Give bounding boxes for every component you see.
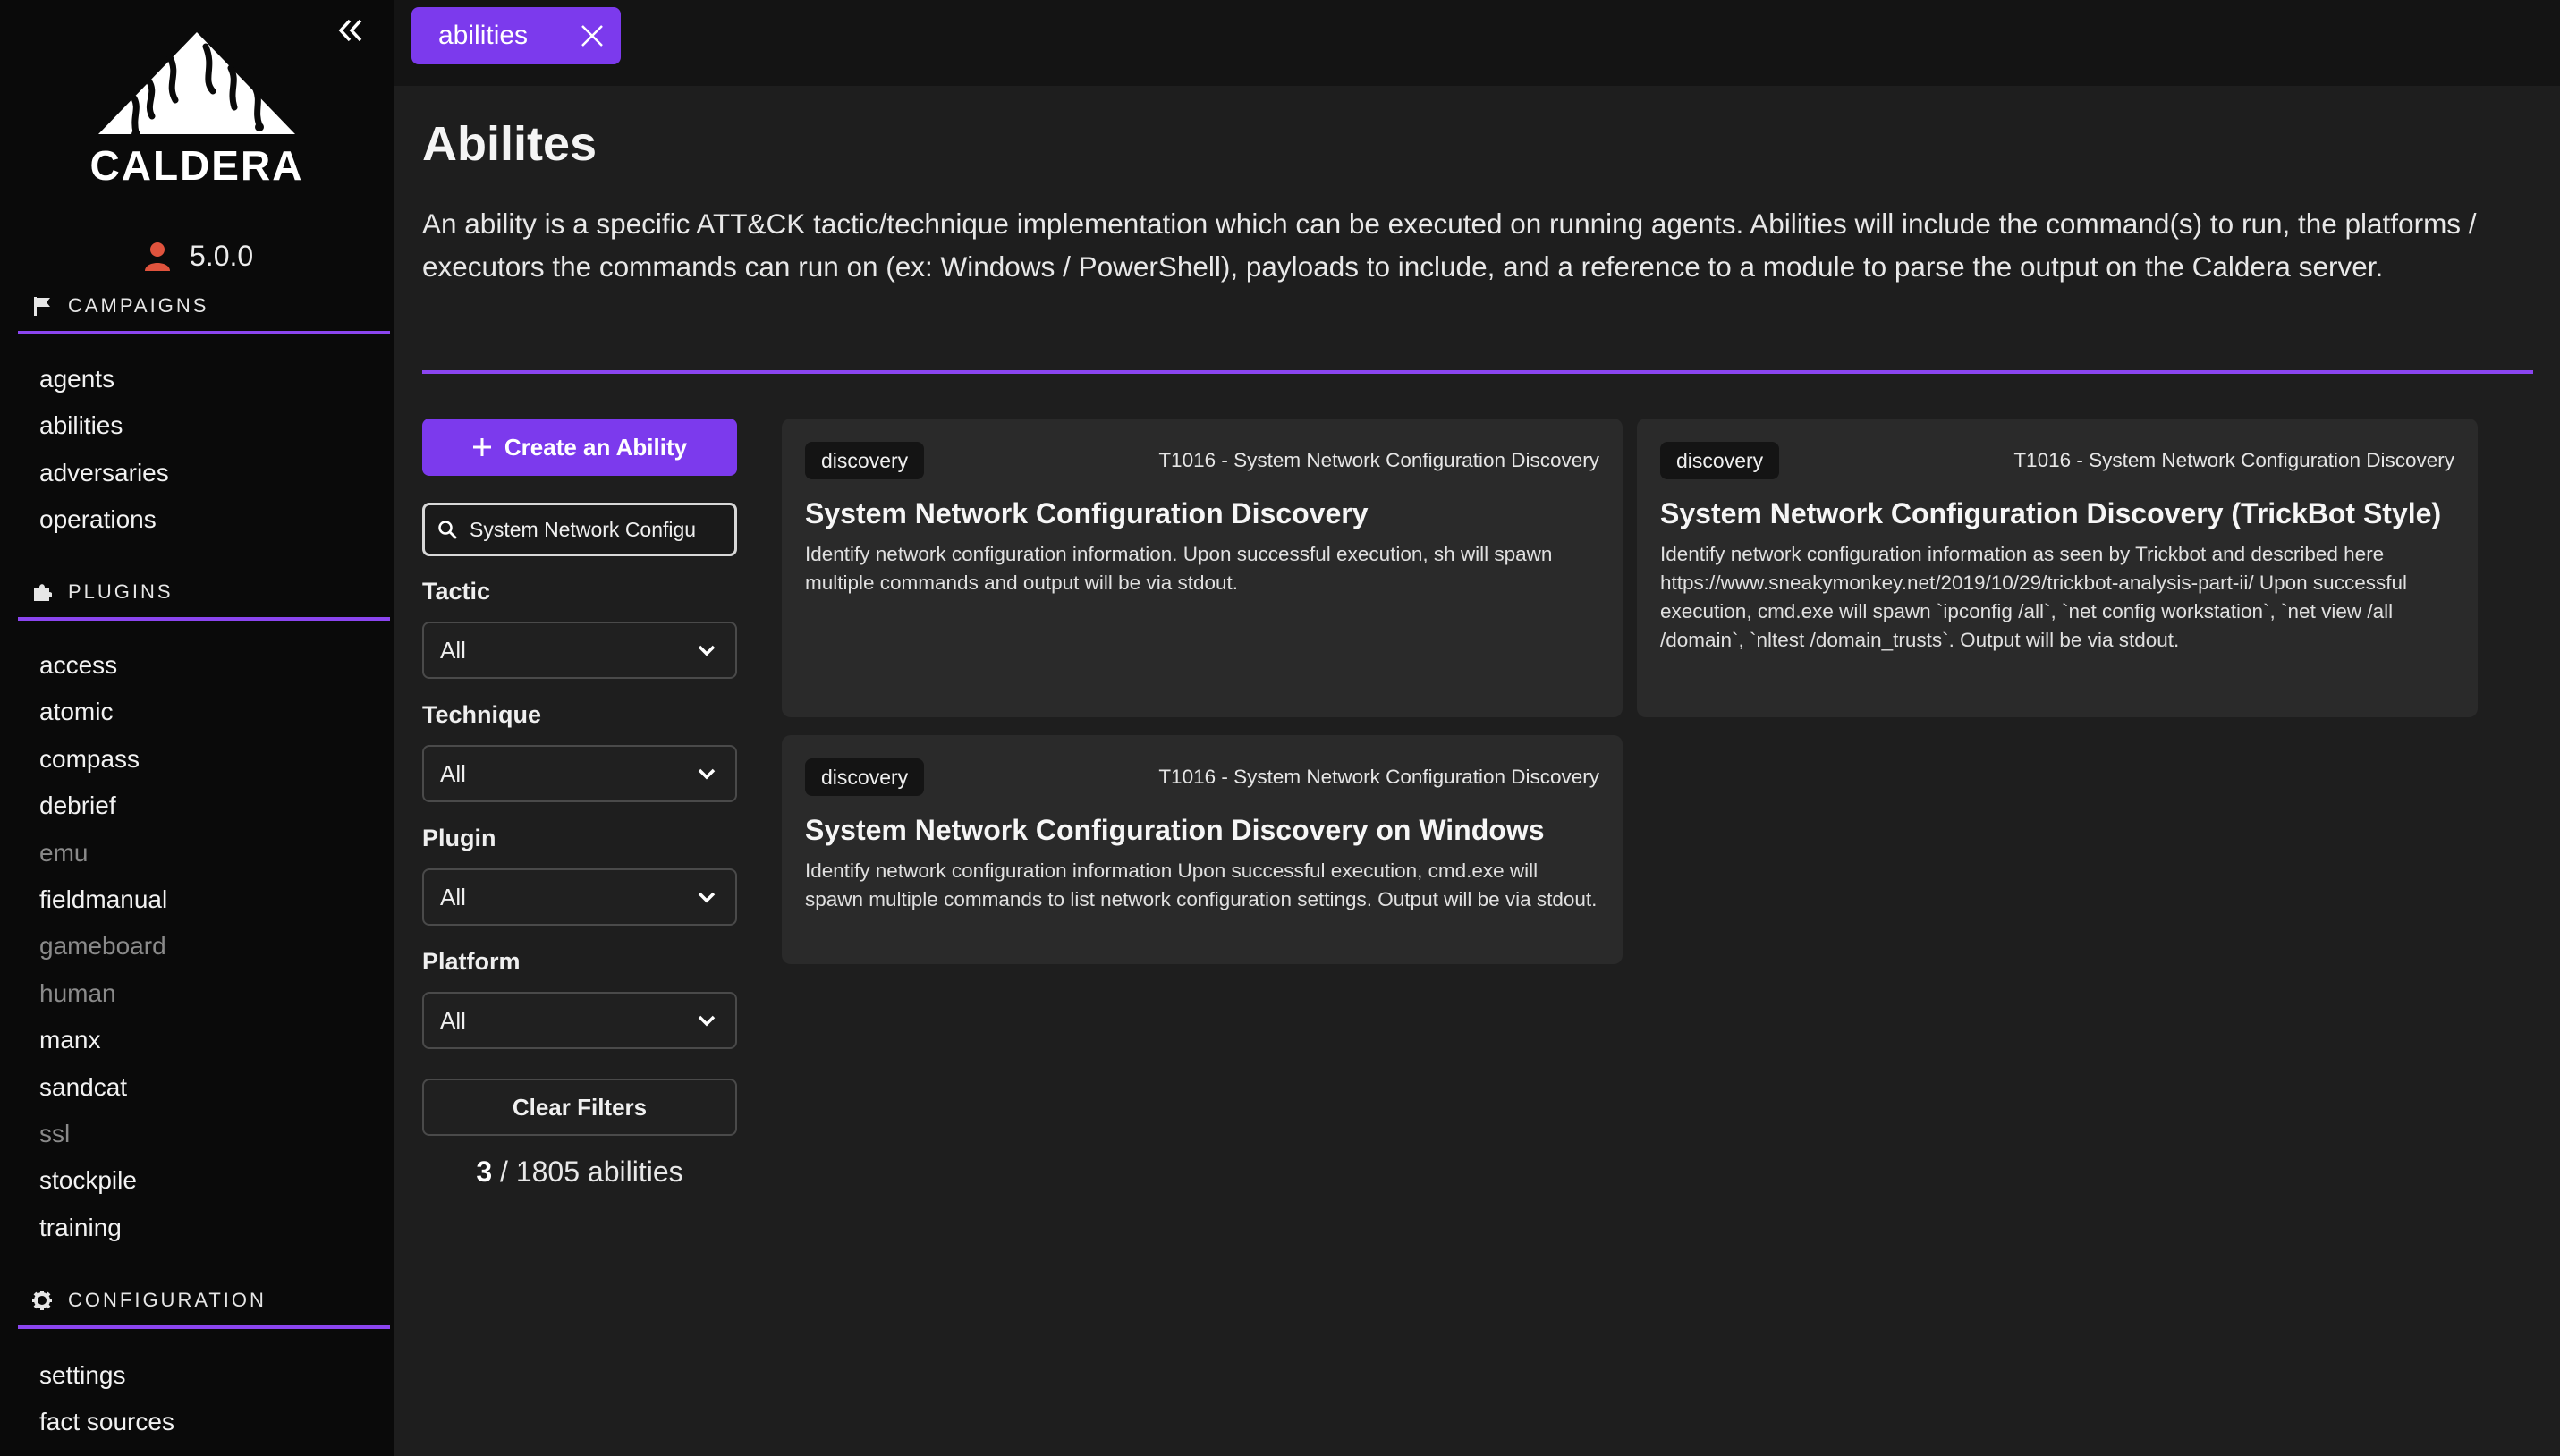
- user-icon: [145, 242, 170, 271]
- tab-abilities[interactable]: abilities: [411, 7, 621, 64]
- header-divider: [422, 370, 2533, 374]
- gear-icon: [32, 1291, 52, 1310]
- sidebar-item-emu[interactable]: emu: [39, 830, 167, 876]
- sidebar-item-atomic[interactable]: atomic: [39, 689, 167, 735]
- sidebar-item-fieldmanual[interactable]: fieldmanual: [39, 876, 167, 923]
- sidebar: CALDERA 5.0.0 CAMPAIGNS agents abilities…: [0, 0, 394, 1456]
- tactic-badge: discovery: [1660, 442, 1780, 479]
- plugin-label: Plugin: [422, 825, 496, 851]
- plugin-select-value: All: [440, 883, 466, 910]
- tactic-select[interactable]: All: [422, 622, 737, 679]
- search-input[interactable]: [470, 517, 720, 542]
- tactic-badge: discovery: [805, 758, 925, 796]
- flag-icon: [34, 297, 50, 316]
- tab-label: abilities: [438, 21, 529, 50]
- platform-select[interactable]: All: [422, 992, 737, 1049]
- count-shown: 3: [476, 1155, 493, 1188]
- mountain-logo-icon: [98, 32, 295, 139]
- page-description: An ability is a specific ATT&CK tactic/t…: [422, 207, 2477, 283]
- section-campaigns: CAMPAIGNS: [18, 288, 390, 334]
- section-configuration: CONFIGURATION: [18, 1282, 390, 1329]
- section-label: PLUGINS: [68, 580, 174, 603]
- sidebar-item-settings[interactable]: settings: [39, 1352, 174, 1399]
- sidebar-item-access[interactable]: access: [39, 642, 167, 689]
- tactic-select-value: All: [440, 636, 466, 664]
- ability-card[interactable]: discovery T1016 - System Network Configu…: [1637, 419, 2478, 717]
- search-icon: [438, 521, 457, 539]
- close-icon[interactable]: [580, 23, 605, 48]
- create-ability-label: Create an Ability: [504, 433, 688, 461]
- sidebar-item-training[interactable]: training: [39, 1205, 167, 1251]
- campaigns-nav: agents abilities adversaries operations: [39, 356, 169, 544]
- tab-bar: abilities: [394, 0, 2560, 86]
- ability-description: Identify network configuration informati…: [805, 859, 1598, 910]
- technique-select[interactable]: All: [422, 745, 737, 802]
- ability-name: System Network Configuration Discovery o…: [805, 814, 1545, 846]
- sidebar-item-gameboard[interactable]: gameboard: [39, 923, 167, 969]
- caldera-logo[interactable]: CALDERA: [81, 27, 313, 189]
- count-total: / 1805 abilities: [500, 1155, 683, 1188]
- section-plugins: PLUGINS: [18, 574, 390, 621]
- plus-icon: [472, 438, 491, 456]
- version-info: 5.0.0: [143, 238, 253, 274]
- technique-label: T1016 - System Network Configuration Dis…: [1158, 766, 1599, 788]
- sidebar-item-compass[interactable]: compass: [39, 736, 167, 783]
- ability-name: System Network Configuration Discovery (…: [1660, 497, 2442, 529]
- puzzle-icon: [34, 584, 52, 601]
- version-label: 5.0.0: [190, 239, 254, 272]
- create-ability-button[interactable]: Create an Ability: [422, 419, 737, 476]
- platform-select-value: All: [440, 1006, 466, 1034]
- collapse-sidebar-icon[interactable]: [333, 13, 369, 48]
- sidebar-item-fact-sources[interactable]: fact sources: [39, 1399, 174, 1445]
- ability-count: 3 / 1805 abilities: [422, 1155, 737, 1189]
- ability-card[interactable]: discovery T1016 - System Network Configu…: [782, 419, 1623, 717]
- logo-text: CALDERA: [89, 142, 304, 189]
- section-label: CAMPAIGNS: [68, 294, 209, 317]
- sidebar-item-sandcat[interactable]: sandcat: [39, 1064, 167, 1111]
- page-title: Abilites: [422, 117, 598, 171]
- ability-description: Identify network configuration informati…: [805, 543, 1553, 594]
- technique-label: T1016 - System Network Configuration Dis…: [1158, 449, 1599, 471]
- ability-card[interactable]: discovery T1016 - System Network Configu…: [782, 735, 1623, 964]
- sidebar-item-debrief[interactable]: debrief: [39, 783, 167, 829]
- chevron-down-icon: [698, 892, 716, 903]
- sidebar-item-manx[interactable]: manx: [39, 1017, 167, 1063]
- section-label: CONFIGURATION: [68, 1289, 267, 1311]
- technique-label: Technique: [422, 701, 542, 728]
- sidebar-item-abilities[interactable]: abilities: [39, 402, 169, 449]
- ability-description: Identify network configuration informati…: [1660, 543, 2407, 651]
- tactic-label: Tactic: [422, 578, 491, 605]
- chevron-down-icon: [698, 768, 716, 780]
- sidebar-item-human[interactable]: human: [39, 970, 167, 1017]
- plugins-nav: access atomic compass debrief emu fieldm…: [39, 642, 167, 1251]
- search-box[interactable]: [422, 503, 737, 556]
- configuration-nav: settings fact sources: [39, 1352, 174, 1446]
- technique-label: T1016 - System Network Configuration Dis…: [2013, 449, 2454, 471]
- technique-select-value: All: [440, 759, 466, 787]
- sidebar-item-ssl[interactable]: ssl: [39, 1111, 167, 1157]
- sidebar-item-agents[interactable]: agents: [39, 356, 169, 402]
- plugin-select[interactable]: All: [422, 868, 737, 926]
- chevron-down-icon: [698, 1015, 716, 1027]
- tactic-badge: discovery: [805, 442, 925, 479]
- ability-name: System Network Configuration Discovery: [805, 497, 1369, 529]
- sidebar-item-operations[interactable]: operations: [39, 496, 169, 543]
- clear-filters-button[interactable]: Clear Filters: [422, 1079, 737, 1136]
- sidebar-item-stockpile[interactable]: stockpile: [39, 1157, 167, 1204]
- sidebar-item-adversaries[interactable]: adversaries: [39, 450, 169, 496]
- platform-label: Platform: [422, 948, 521, 975]
- chevron-down-icon: [698, 645, 716, 656]
